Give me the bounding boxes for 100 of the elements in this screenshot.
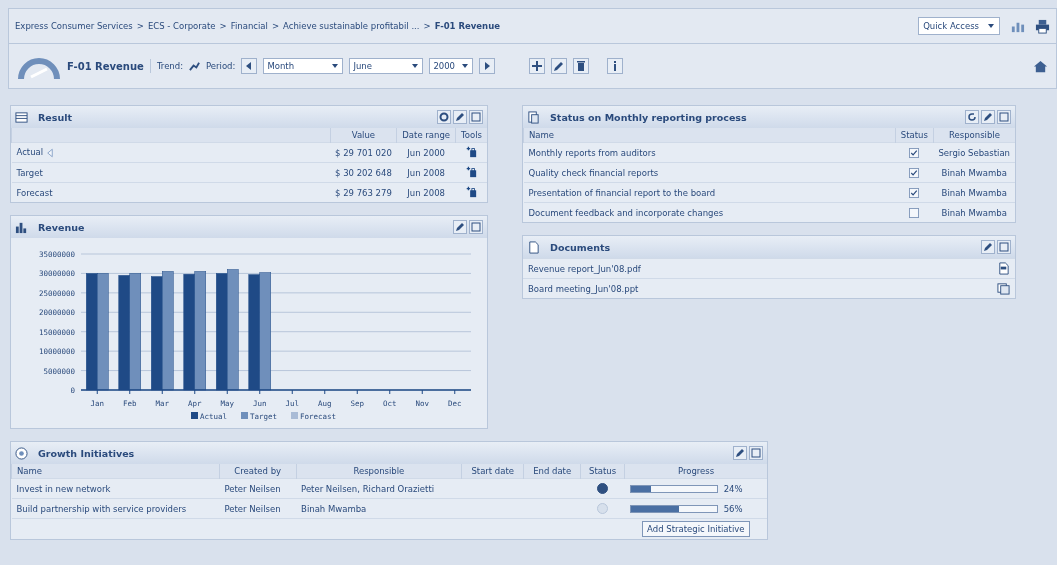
status-checkbox[interactable] xyxy=(909,167,920,178)
settings-icon[interactable] xyxy=(437,110,451,124)
edit-icon[interactable] xyxy=(453,110,467,124)
delete-icon[interactable] xyxy=(573,58,590,74)
column-header: Responsible xyxy=(296,464,462,479)
panel-title: Result xyxy=(38,111,72,123)
edit-icon[interactable] xyxy=(551,58,568,74)
breadcrumb-separator: > xyxy=(136,21,144,31)
breadcrumb-link[interactable]: Achieve sustainable profitabil ... xyxy=(283,21,420,31)
add-initiative-button[interactable]: Add Strategic Initiative xyxy=(642,521,750,537)
caret-icon xyxy=(411,62,420,70)
blank-document-icon xyxy=(527,240,540,254)
trend-label: Trend: xyxy=(156,61,183,71)
print-icon[interactable] xyxy=(1035,18,1050,34)
panel-title: Growth Initiatives xyxy=(38,447,135,459)
table-cell: Monthly reports from auditors xyxy=(523,142,896,163)
document-link[interactable]: Board meeting_Jun'08.ppt xyxy=(528,283,639,294)
table-cell: Binah Mwamba xyxy=(933,162,1015,183)
document-link[interactable]: Revenue report_Jun'08.pdf xyxy=(528,263,641,274)
column-header: Name xyxy=(523,128,896,143)
panel-title: Status on Monthly reporting process xyxy=(550,111,747,123)
status-checkbox[interactable] xyxy=(909,207,920,218)
column-header: Progress xyxy=(624,464,767,479)
tools-icon[interactable] xyxy=(465,185,478,198)
period-unit-select[interactable]: Month xyxy=(263,58,344,74)
edit-icon[interactable] xyxy=(453,220,467,234)
info-icon[interactable] xyxy=(607,58,624,74)
column-header: Responsible xyxy=(933,128,1015,143)
table-cell: Actual xyxy=(16,147,44,158)
legend-swatch xyxy=(291,412,298,419)
table-cell: $ 29 701 020 xyxy=(330,142,397,163)
kpi-title: F-01 Revenue xyxy=(67,60,144,72)
column-header: Status xyxy=(895,128,934,143)
breadcrumb-link[interactable]: Express Consumer Services xyxy=(15,21,133,31)
table-cell: Peter Neilsen xyxy=(219,498,297,519)
panel-title: Revenue xyxy=(38,221,85,233)
table-cell: Presentation of financial report to the board xyxy=(523,182,896,203)
column-header: Status xyxy=(580,464,625,479)
status-checkbox[interactable] xyxy=(909,147,920,158)
caret-icon xyxy=(331,62,340,70)
table-cell: Invest in new network xyxy=(11,478,220,499)
table-cell: Document feedback and incorporate changes xyxy=(523,202,896,222)
slides-file-icon[interactable] xyxy=(997,282,1010,295)
edit-icon[interactable] xyxy=(981,110,995,124)
table-icon xyxy=(15,110,28,124)
column-header: Start date xyxy=(461,464,524,479)
document-icon xyxy=(527,110,540,124)
column-header: Created by xyxy=(219,464,297,479)
panel-title: Documents xyxy=(550,241,611,253)
table-cell: Jun 2008 xyxy=(396,162,456,183)
breadcrumb-link[interactable]: ECS - Corporate xyxy=(147,21,216,31)
table-cell: Binah Mwamba xyxy=(933,182,1015,203)
table-cell: Sergio Sebastian xyxy=(933,142,1015,163)
table-cell: Jun 2000 xyxy=(396,142,456,163)
breadcrumb-link[interactable]: F-01 Revenue xyxy=(434,21,500,31)
triangle-icon xyxy=(47,147,54,158)
home-icon[interactable] xyxy=(1033,58,1048,74)
breadcrumb-link[interactable]: Financial xyxy=(230,21,268,31)
period-label: Period: xyxy=(206,61,236,71)
column-header: Date range xyxy=(396,128,456,143)
target-icon xyxy=(15,446,28,460)
column-header: Value xyxy=(330,128,397,143)
legend-swatch xyxy=(241,412,248,419)
table-cell: Quality check financial reports xyxy=(523,162,896,183)
column-header: Tools xyxy=(455,128,487,143)
edit-icon[interactable] xyxy=(733,446,747,460)
table-cell: $ 30 202 648 xyxy=(330,162,397,183)
column-header: End date xyxy=(523,464,581,479)
progress-value: 56% xyxy=(723,503,743,514)
table-cell: Jun 2008 xyxy=(396,182,456,202)
breadcrumb-separator: > xyxy=(271,21,280,31)
quick-access-dropdown[interactable]: Quick Access xyxy=(918,17,1000,35)
legend-swatch xyxy=(191,412,198,419)
table-cell: Peter Neilsen, Richard Orazietti xyxy=(296,478,462,499)
tools-icon[interactable] xyxy=(465,145,478,158)
breadcrumb-separator: > xyxy=(219,21,227,31)
caret-icon xyxy=(461,62,470,70)
table-cell: Target xyxy=(16,167,43,178)
status-checkbox[interactable] xyxy=(909,187,920,198)
pdf-file-icon[interactable] xyxy=(997,262,1010,275)
table-cell: Binah Mwamba xyxy=(296,498,462,519)
bar-chart-icon xyxy=(15,220,28,234)
table-cell: $ 29 763 279 xyxy=(330,182,397,202)
column-header: Name xyxy=(11,464,220,479)
refresh-icon[interactable] xyxy=(965,110,979,124)
tools-icon[interactable] xyxy=(465,165,478,178)
add-icon[interactable] xyxy=(529,58,546,74)
edit-icon[interactable] xyxy=(981,240,995,254)
table-cell: Binah Mwamba xyxy=(933,202,1015,222)
breadcrumb-separator: > xyxy=(423,21,431,31)
period-value-select[interactable]: June xyxy=(349,58,424,74)
progress-value: 24% xyxy=(723,483,743,494)
table-cell: Peter Neilsen xyxy=(219,478,297,499)
trend-icon xyxy=(189,60,200,72)
caret-icon xyxy=(987,22,995,30)
previous-icon[interactable] xyxy=(241,58,258,74)
table-cell: Build partnership with service providers xyxy=(11,498,220,519)
year-select[interactable]: 2000 xyxy=(429,58,474,74)
table-cell: Forecast xyxy=(16,187,53,198)
next-icon[interactable] xyxy=(479,58,496,74)
